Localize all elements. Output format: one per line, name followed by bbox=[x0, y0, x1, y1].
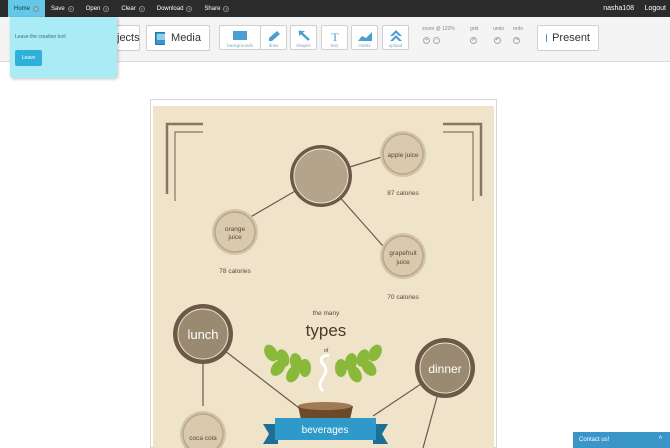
grapefruit-juice-badge: grapefruit juice bbox=[380, 233, 426, 279]
text-label: text bbox=[330, 43, 339, 48]
text-icon: T bbox=[331, 30, 339, 42]
beverages-banner: beverages bbox=[263, 418, 388, 444]
shapes-tool[interactable]: shapes bbox=[290, 25, 317, 50]
orange-juice-label-2: juice bbox=[227, 234, 242, 241]
main-menu: Home v Save v Open v Clear v Download v Share… bbox=[8, 0, 235, 17]
backgrounds-icon bbox=[233, 31, 247, 40]
chevron-down-icon: v bbox=[33, 5, 40, 12]
shapes-icon bbox=[297, 30, 310, 41]
types-label: types bbox=[306, 321, 347, 340]
orange-juice-label-1: orange bbox=[225, 226, 246, 233]
menu-download[interactable]: Download v bbox=[151, 0, 199, 17]
contact-us-tab[interactable]: Contact us! ^ bbox=[573, 432, 670, 448]
draw-label: draw bbox=[268, 43, 279, 48]
upload-label: upload bbox=[388, 43, 403, 48]
lunch-label: lunch bbox=[187, 327, 218, 342]
center-top-badge bbox=[290, 145, 352, 207]
upload-icon bbox=[389, 30, 402, 41]
chevron-up-icon[interactable]: ^ bbox=[659, 432, 662, 448]
grapefruit-calories: 70 calories bbox=[387, 294, 419, 301]
undo-label: undo bbox=[493, 26, 505, 32]
svg-text:T: T bbox=[331, 30, 339, 42]
corner-bracket-right-inner bbox=[443, 131, 474, 201]
menu-save[interactable]: Save v bbox=[45, 0, 80, 17]
poster-artwork: apple juice 87 calories orange juice 78 … bbox=[165, 122, 483, 448]
menu-home[interactable]: Home v bbox=[8, 0, 46, 17]
corner-bracket-right bbox=[443, 122, 483, 196]
logout-link[interactable]: Logout bbox=[645, 0, 666, 17]
grapefruit-label-2: juice bbox=[395, 259, 410, 266]
menu-clear-label: Clear bbox=[121, 5, 136, 12]
lunch-badge: lunch bbox=[173, 304, 233, 364]
corner-bracket-left bbox=[165, 122, 203, 194]
dinner-label: dinner bbox=[428, 362, 461, 376]
charts-icon bbox=[357, 32, 372, 41]
shapes-label: shapes bbox=[296, 43, 311, 48]
orange-juice-badge: orange juice bbox=[212, 209, 258, 255]
present-button-label: Present bbox=[552, 32, 590, 44]
zoom-in-icon[interactable]: + bbox=[423, 37, 430, 44]
menu-clear[interactable]: Clear v bbox=[115, 0, 150, 17]
upload-tool[interactable]: upload bbox=[382, 25, 409, 50]
redo-label: redo bbox=[513, 26, 524, 32]
grapefruit-label-1: grapefruit bbox=[389, 250, 417, 257]
steam-swirl bbox=[318, 354, 330, 393]
zoom-label: zoom @ 120% bbox=[422, 26, 455, 32]
orange-calories: 78 calories bbox=[219, 268, 251, 275]
menu-share[interactable]: Share v bbox=[198, 0, 235, 17]
leave-button[interactable]: Leave bbox=[15, 50, 42, 66]
leave-tool-popover: Leave the creation tool Leave bbox=[10, 17, 117, 78]
apple-calories: 87 calories bbox=[387, 190, 419, 197]
draw-icon bbox=[268, 31, 280, 41]
grid-toggle-icon[interactable]: # bbox=[470, 37, 477, 44]
redo-icon[interactable]: ↷ bbox=[513, 37, 520, 44]
media-button-label: Media bbox=[171, 32, 201, 44]
objects-button-label: jects bbox=[117, 32, 140, 44]
menu-home-label: Home bbox=[14, 5, 31, 12]
menu-open-label: Open bbox=[85, 5, 101, 12]
menu-save-label: Save bbox=[51, 5, 65, 12]
media-icon bbox=[155, 31, 166, 45]
grid-label: grid bbox=[470, 26, 479, 32]
charts-tool[interactable]: charts bbox=[351, 25, 378, 50]
menu-share-label: Share bbox=[204, 5, 221, 12]
backgrounds-tool[interactable]: backgrounds bbox=[219, 25, 261, 50]
top-menu-bar: Home v Save v Open v Clear v Download v Share… bbox=[0, 0, 670, 17]
menu-open[interactable]: Open v bbox=[80, 0, 116, 17]
chevron-down-icon: v bbox=[186, 5, 193, 12]
beverages-label: beverages bbox=[302, 425, 349, 436]
zoom-out-icon[interactable]: - bbox=[433, 37, 440, 44]
menu-download-label: Download bbox=[156, 5, 184, 12]
contact-us-label: Contact us! bbox=[579, 437, 610, 443]
apple-juice-label: apple juice bbox=[387, 152, 418, 159]
coca-cola-label: coca cola bbox=[189, 435, 217, 442]
corner-bracket-left-inner bbox=[174, 131, 203, 201]
the-many-label: the many bbox=[313, 310, 340, 317]
chevron-down-icon: v bbox=[138, 5, 145, 12]
infographic-poster[interactable]: apple juice 87 calories orange juice 78 … bbox=[153, 106, 494, 448]
text-tool[interactable]: T text bbox=[321, 25, 348, 50]
present-button[interactable]: Present bbox=[537, 25, 599, 51]
chevron-down-icon: v bbox=[103, 5, 110, 12]
dinner-badge: dinner bbox=[415, 338, 475, 398]
chevron-down-icon: v bbox=[67, 5, 74, 12]
apple-juice-badge: apple juice bbox=[380, 131, 426, 177]
username[interactable]: nasha108 bbox=[603, 0, 634, 17]
draw-tool[interactable]: draw bbox=[260, 25, 287, 50]
backgrounds-label: backgrounds bbox=[227, 43, 253, 48]
of-label: of bbox=[324, 348, 329, 354]
coca-cola-badge: coca cola bbox=[180, 411, 226, 448]
leave-tool-text: Leave the creation tool bbox=[15, 34, 66, 40]
undo-icon[interactable]: ↶ bbox=[494, 37, 501, 44]
media-button[interactable]: Media bbox=[146, 25, 210, 51]
charts-label: charts bbox=[358, 43, 371, 48]
chevron-down-icon: v bbox=[223, 5, 230, 12]
